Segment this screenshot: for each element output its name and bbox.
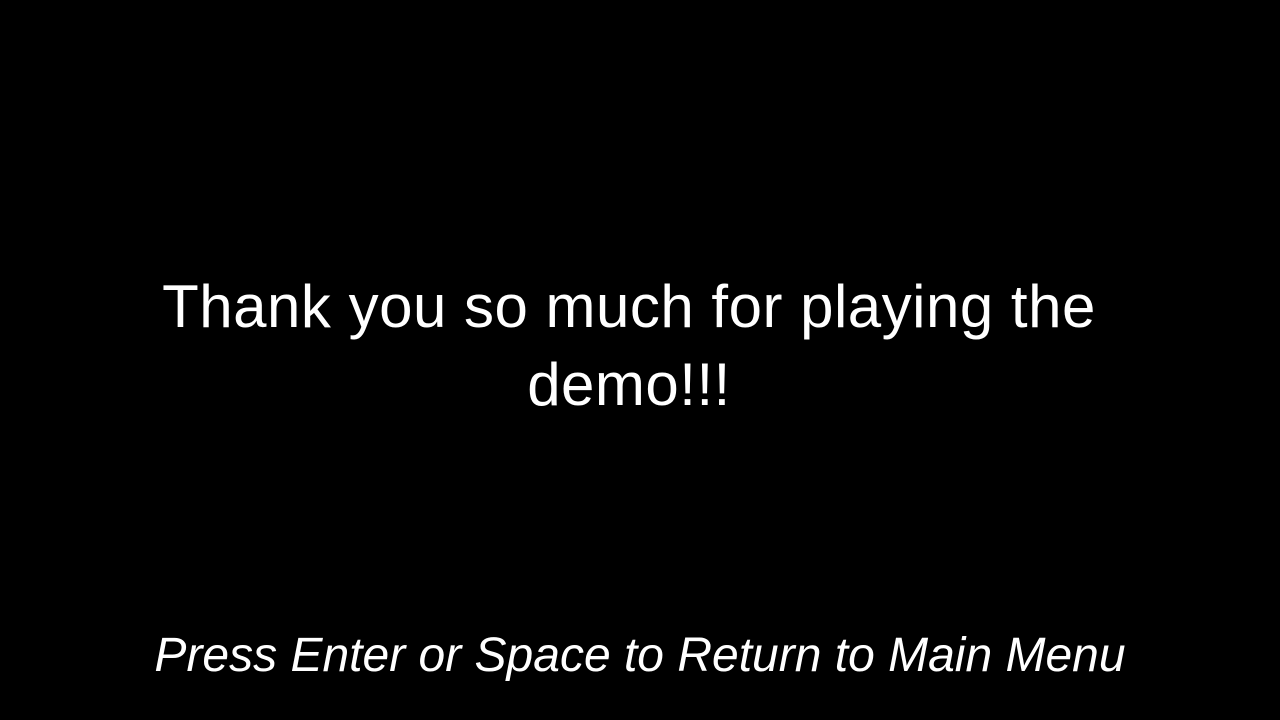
thank-you-message: Thank you so much for playing the demo!!…	[162, 273, 1096, 418]
return-to-menu-prompt: Press Enter or Space to Return to Main M…	[154, 629, 1126, 682]
demo-end-screen[interactable]: Thank you so much for playing the demo!!…	[0, 0, 1280, 720]
